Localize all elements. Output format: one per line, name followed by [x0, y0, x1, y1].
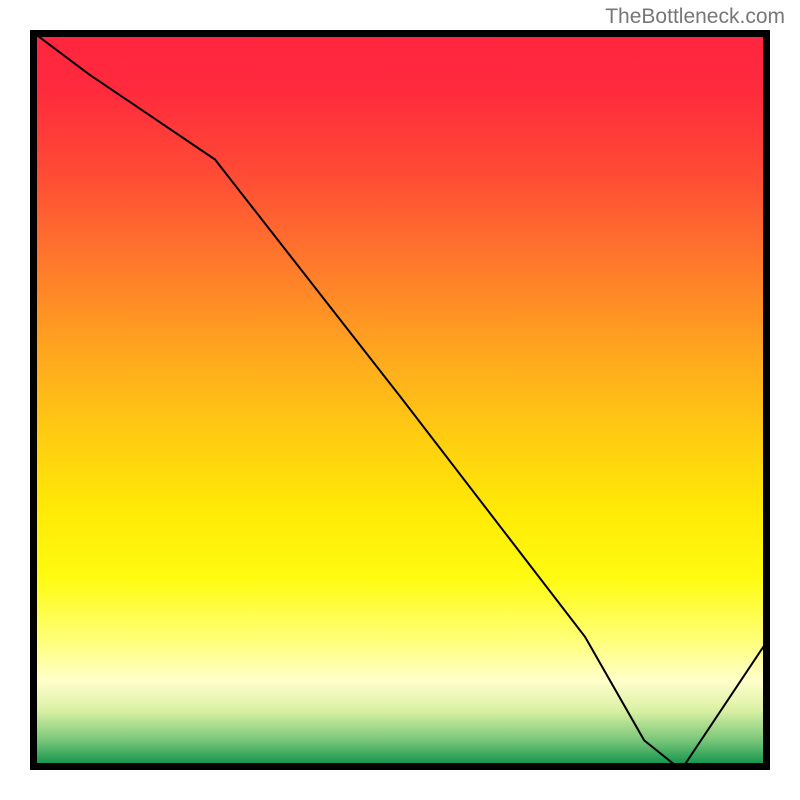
chart-background — [30, 30, 770, 770]
watermark-text: TheBottleneck.com — [605, 5, 785, 29]
chart-container: TheBottleneck.com — [0, 0, 800, 800]
